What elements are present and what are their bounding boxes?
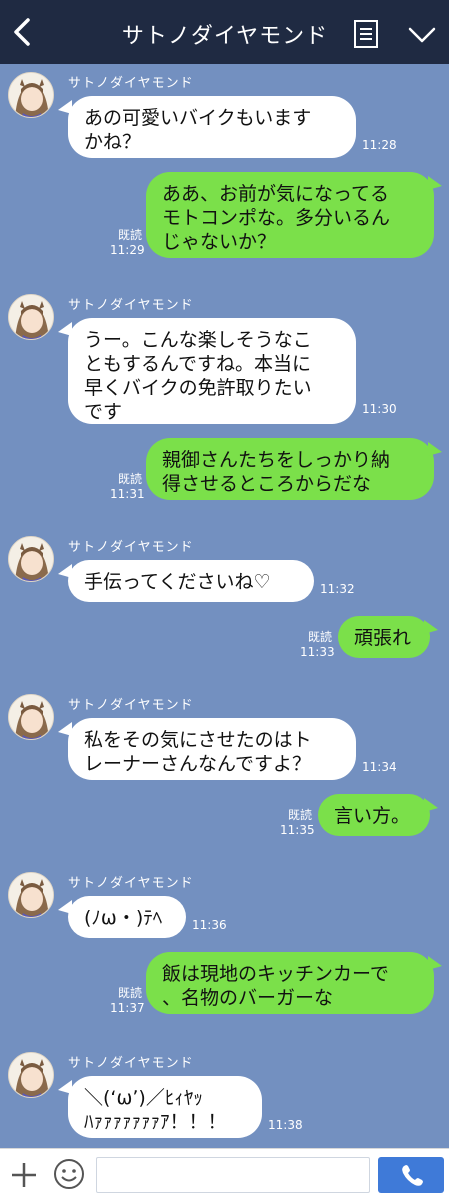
message-time: 11:37 xyxy=(110,1001,145,1015)
message-bubble[interactable]: 頑張れ xyxy=(338,616,430,658)
avatar[interactable] xyxy=(8,1052,54,1098)
message-bubble[interactable]: うー。こんな楽しそうなこ ともするんですね。本当に 早くバイクの免許取りたい で… xyxy=(68,318,356,424)
call-button[interactable] xyxy=(378,1157,444,1193)
read-receipt: 既読 xyxy=(307,630,332,644)
read-receipt: 既読 xyxy=(287,808,312,822)
message-time: 11:36 xyxy=(192,918,227,932)
avatar-icon xyxy=(9,295,53,339)
chevron-down-icon xyxy=(408,27,436,43)
message-list[interactable]: サトノダイヤモンド あの可愛いバイクもいます かね？ 11:28 既読 11:2… xyxy=(0,64,449,1148)
sender-name: サトノダイヤモンド xyxy=(68,876,194,891)
message-time: 11:35 xyxy=(280,823,315,837)
chat-header: サトノダイヤモンド xyxy=(0,0,449,64)
sender-name: サトノダイヤモンド xyxy=(68,698,194,713)
message-time: 11:31 xyxy=(110,487,145,501)
notes-button[interactable] xyxy=(352,18,380,50)
bubble-tail xyxy=(424,620,438,634)
message-time: 11:34 xyxy=(362,760,397,774)
message-time: 11:30 xyxy=(362,402,397,416)
message-bubble[interactable]: ああ、お前が気になってる モトコンポな。多分いるん じゃないか？ xyxy=(146,172,434,258)
collapse-button[interactable] xyxy=(404,20,440,50)
message-time: 11:32 xyxy=(320,582,355,596)
chevron-left-icon xyxy=(14,18,30,46)
message-bubble[interactable]: ＼(ʻωʼ)／ﾋｨﾔｯ ﾊｧｧｧｧｧｧｧｱ！！！ xyxy=(68,1076,262,1138)
sender-name: サトノダイヤモンド xyxy=(68,298,194,313)
message-bubble[interactable]: 飯は現地のキッチンカーで 、名物のバーガーな xyxy=(146,952,434,1014)
avatar-icon xyxy=(9,537,53,581)
message-bubble[interactable]: あの可愛いバイクもいます かね？ xyxy=(68,96,356,158)
bubble-tail xyxy=(424,798,438,812)
message-bubble[interactable]: 親御さんたちをしっかり納 得させるところからだな xyxy=(146,438,434,500)
plus-icon xyxy=(12,1163,36,1187)
smiley-icon xyxy=(54,1159,84,1189)
message-bubble[interactable]: (ﾉω・)ﾃﾍ xyxy=(68,896,186,938)
read-receipt: 既読 xyxy=(117,986,142,1000)
message-bubble[interactable]: 私をその気にさせたのはト レーナーさんなんですよ？ xyxy=(68,718,356,780)
avatar[interactable] xyxy=(8,536,54,582)
message-input[interactable] xyxy=(96,1157,370,1193)
notes-icon xyxy=(354,20,378,48)
input-bar xyxy=(0,1148,449,1200)
avatar-icon xyxy=(9,695,53,739)
message-bubble[interactable]: 手伝ってくださいね♡ xyxy=(68,560,314,602)
read-receipt: 既読 xyxy=(117,472,142,486)
sender-name: サトノダイヤモンド xyxy=(68,540,194,555)
bubble-tail xyxy=(428,442,442,456)
avatar[interactable] xyxy=(8,694,54,740)
avatar[interactable] xyxy=(8,294,54,340)
avatar[interactable] xyxy=(8,72,54,118)
emoji-button[interactable] xyxy=(52,1157,86,1191)
bubble-tail xyxy=(428,176,442,190)
chat-title: サトノダイヤモンド xyxy=(121,24,329,49)
avatar[interactable] xyxy=(8,872,54,918)
bubble-tail xyxy=(428,956,442,970)
add-button[interactable] xyxy=(8,1159,40,1191)
message-time: 11:33 xyxy=(300,645,335,659)
avatar-icon xyxy=(9,873,53,917)
message-bubble[interactable]: 言い方。 xyxy=(318,794,430,836)
avatar-icon xyxy=(9,1053,53,1097)
message-time: 11:38 xyxy=(268,1118,303,1132)
back-button[interactable] xyxy=(4,8,44,56)
read-receipt: 既読 xyxy=(117,228,142,242)
sender-name: サトノダイヤモンド xyxy=(68,76,194,91)
sender-name: サトノダイヤモンド xyxy=(68,1056,194,1071)
phone-icon xyxy=(402,1165,423,1186)
avatar-icon xyxy=(9,73,53,117)
message-time: 11:29 xyxy=(110,243,145,257)
message-time: 11:28 xyxy=(362,138,397,152)
